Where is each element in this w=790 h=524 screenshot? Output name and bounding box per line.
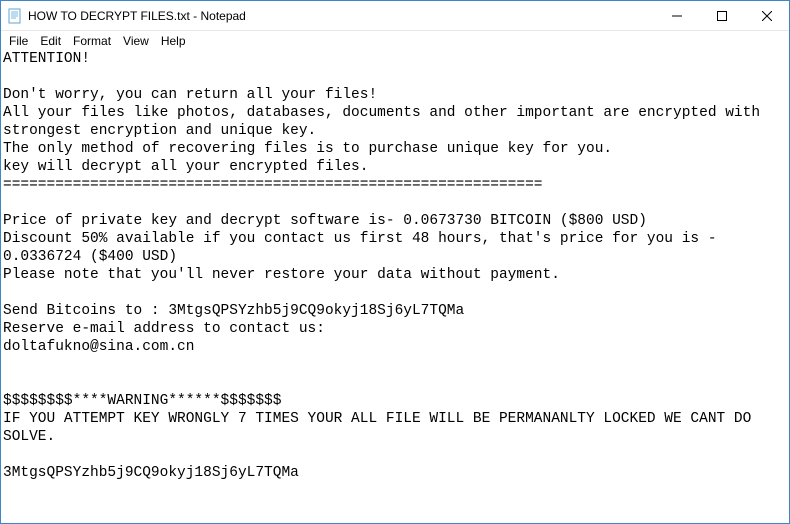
window-controls (654, 1, 789, 30)
menu-view[interactable]: View (117, 33, 155, 49)
maximize-icon (717, 11, 727, 21)
menu-edit[interactable]: Edit (34, 33, 67, 49)
menu-format[interactable]: Format (67, 33, 117, 49)
notepad-icon (7, 8, 23, 24)
menu-file[interactable]: File (3, 33, 34, 49)
maximize-button[interactable] (699, 1, 744, 30)
notepad-window: HOW TO DECRYPT FILES.txt - Notepad File … (0, 0, 790, 524)
titlebar[interactable]: HOW TO DECRYPT FILES.txt - Notepad (1, 1, 789, 31)
menubar: File Edit Format View Help (1, 31, 789, 50)
text-area[interactable]: ATTENTION! Don't worry, you can return a… (1, 50, 789, 523)
menu-help[interactable]: Help (155, 33, 192, 49)
close-button[interactable] (744, 1, 789, 30)
close-icon (762, 11, 772, 21)
minimize-icon (672, 11, 682, 21)
minimize-button[interactable] (654, 1, 699, 30)
window-title: HOW TO DECRYPT FILES.txt - Notepad (28, 9, 654, 23)
